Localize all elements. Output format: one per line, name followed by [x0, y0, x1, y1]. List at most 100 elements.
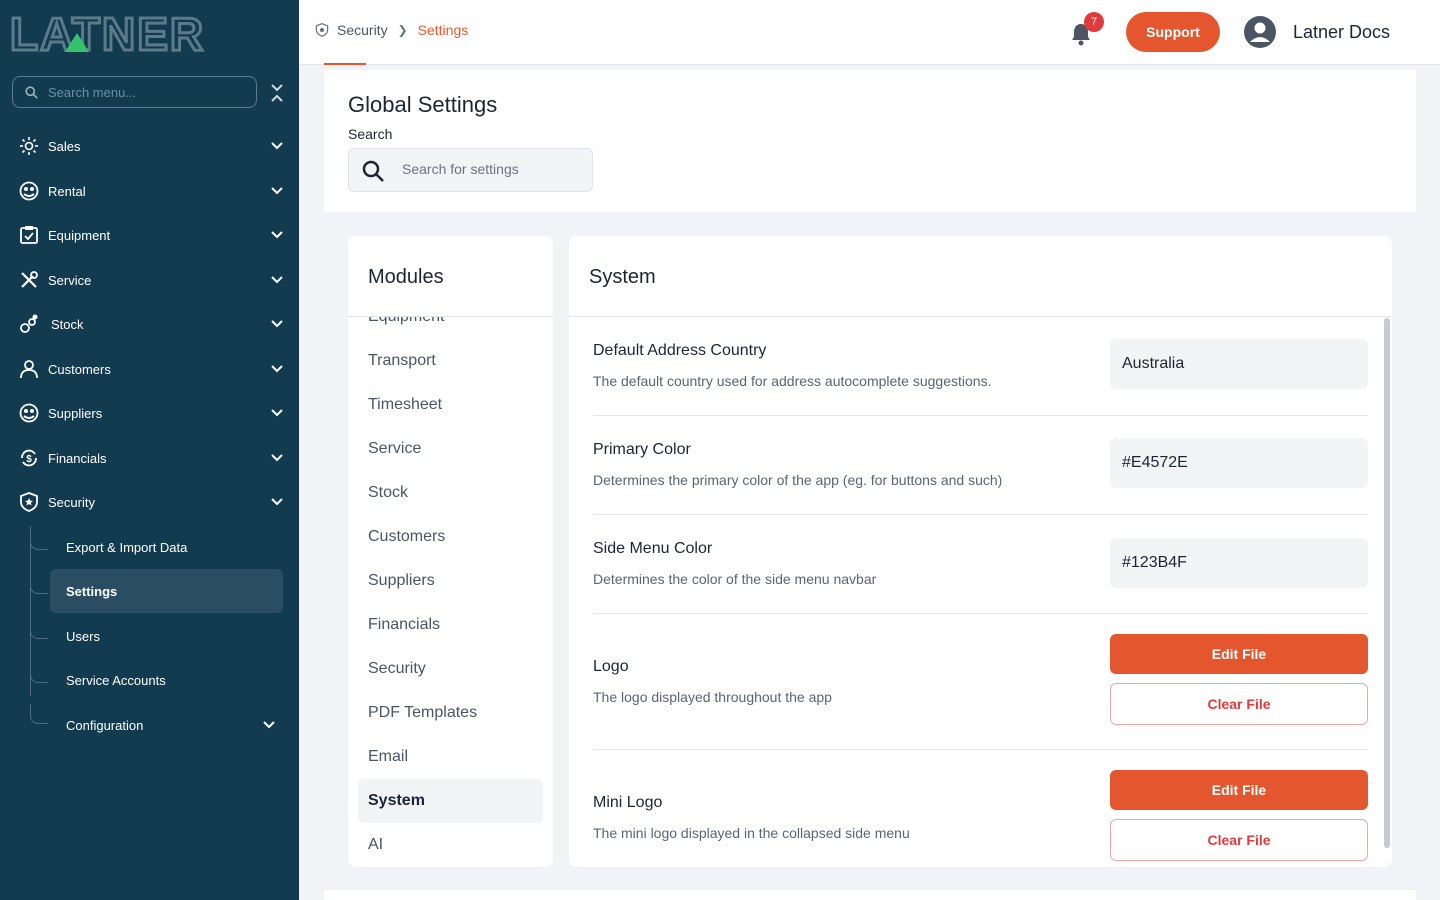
- setting-title: Side Menu Color: [593, 540, 713, 557]
- module-item-system[interactable]: System: [358, 779, 543, 823]
- divider: [569, 316, 1392, 317]
- tree-branch: [30, 536, 48, 550]
- module-item-transport[interactable]: Transport: [358, 339, 543, 383]
- subitem-label: Configuration: [66, 717, 144, 733]
- breadcrumb-settings[interactable]: Settings: [418, 22, 469, 38]
- module-item-financials[interactable]: Financials: [358, 603, 543, 647]
- sidebar-item-rental[interactable]: Rental: [0, 169, 299, 213]
- sidebar-item-equipment[interactable]: Equipment: [0, 213, 299, 257]
- side-menu-color-field[interactable]: #123B4F: [1110, 538, 1368, 588]
- module-item-customers[interactable]: Customers: [358, 515, 543, 559]
- sidebar-subitem-configuration[interactable]: Configuration: [50, 703, 283, 747]
- module-label: System: [368, 792, 425, 809]
- menu-search-input[interactable]: [48, 84, 238, 100]
- sales-icon: [20, 137, 38, 155]
- system-settings-card: System Default Address Country The defau…: [569, 236, 1392, 867]
- divider: [593, 749, 1368, 750]
- module-label: Email: [368, 748, 409, 765]
- subitem-label: Service Accounts: [66, 672, 166, 688]
- module-item-timesheet[interactable]: Timesheet: [358, 383, 543, 427]
- support-button[interactable]: Support: [1126, 12, 1220, 52]
- modules-title: Modules: [368, 266, 444, 288]
- module-label: Security: [368, 660, 426, 677]
- shield-icon: [20, 492, 38, 512]
- side-menu: LATNER Sales Rental Equipment Service St…: [0, 0, 299, 900]
- module-item-ai[interactable]: AI: [358, 823, 543, 867]
- system-title: System: [589, 266, 656, 288]
- chevron-down-icon: [271, 187, 283, 195]
- logo-edit-file-button[interactable]: Edit File: [1110, 634, 1368, 674]
- setting-description: Determines the color of the side menu na…: [593, 571, 877, 587]
- divider: [593, 415, 1368, 416]
- chevron-down-icon: [271, 320, 283, 328]
- tree-branch: [30, 625, 48, 639]
- chevron-down-icon: [271, 409, 283, 417]
- logo-clear-file-button[interactable]: Clear File: [1110, 683, 1368, 725]
- sidebar-item-label: Suppliers: [48, 405, 103, 421]
- scrollbar[interactable]: [1384, 318, 1390, 848]
- primary-color-field[interactable]: #E4572E: [1110, 438, 1368, 488]
- suppliers-icon: [19, 403, 39, 423]
- setting-title: Logo: [593, 658, 629, 675]
- mini-logo-edit-file-button[interactable]: Edit File: [1110, 770, 1368, 810]
- subitem-label: Settings: [66, 583, 118, 599]
- tree-branch: [30, 669, 48, 683]
- user-avatar-icon[interactable]: [1244, 16, 1276, 48]
- sidebar-subitem-settings[interactable]: Settings: [50, 569, 283, 613]
- module-label: PDF Templates: [368, 704, 478, 721]
- sidebar-item-suppliers[interactable]: Suppliers: [0, 391, 299, 435]
- subitem-label: Export & Import Data: [66, 539, 188, 555]
- module-item-email[interactable]: Email: [358, 735, 543, 779]
- module-item-service[interactable]: Service: [358, 427, 543, 471]
- sidebar-item-label: Rental: [48, 183, 86, 199]
- divider: [593, 613, 1368, 614]
- module-list[interactable]: Equipment Transport Timesheet Service St…: [348, 317, 553, 867]
- mini-logo-clear-file-button[interactable]: Clear File: [1110, 819, 1368, 861]
- module-item-equipment[interactable]: Equipment: [358, 317, 543, 339]
- sidebar-item-customers[interactable]: Customers: [0, 347, 299, 391]
- module-label: Suppliers: [368, 572, 435, 589]
- user-name[interactable]: Latner Docs: [1293, 22, 1390, 43]
- svg-text:LATNER: LATNER: [10, 12, 205, 54]
- chevron-down-icon: [263, 721, 275, 729]
- module-label: Timesheet: [368, 396, 443, 413]
- sidebar-item-label: Service: [48, 272, 92, 288]
- setting-description: The logo displayed throughout the app: [593, 689, 832, 705]
- settings-search-input[interactable]: [402, 161, 582, 177]
- module-label: Stock: [368, 484, 409, 501]
- global-settings-header: Global Settings Search: [324, 70, 1416, 212]
- collapse-menu-icon[interactable]: [268, 82, 286, 104]
- setting-title: Mini Logo: [593, 794, 663, 811]
- module-label: AI: [368, 836, 384, 853]
- module-item-security[interactable]: Security: [358, 647, 543, 691]
- chevron-right-icon: ❯: [397, 23, 408, 37]
- sidebar-item-service[interactable]: Service: [0, 258, 299, 302]
- sidebar-item-security[interactable]: Security: [0, 480, 299, 524]
- sidebar-subitem-export-import[interactable]: Export & Import Data: [50, 525, 283, 569]
- module-item-stock[interactable]: Stock: [358, 471, 543, 515]
- default-country-field[interactable]: Australia: [1110, 339, 1368, 389]
- settings-search[interactable]: [348, 148, 593, 192]
- top-bar: Security ❯ Settings 7 Support Latner Doc…: [299, 0, 1440, 65]
- latner-logo[interactable]: LATNER: [10, 12, 282, 54]
- breadcrumb-security[interactable]: Security: [337, 22, 388, 38]
- sidebar-item-stock[interactable]: Stock: [0, 302, 299, 346]
- subitem-label: Users: [66, 628, 100, 644]
- sidebar-item-label: Stock: [51, 316, 84, 332]
- search-icon: [362, 160, 384, 182]
- notification-badge: 7: [1084, 12, 1104, 32]
- setting-description: The mini logo displayed in the collapsed…: [593, 825, 910, 841]
- setting-title: Primary Color: [593, 441, 691, 458]
- chevron-down-icon: [271, 231, 283, 239]
- sidebar-item-label: Security: [48, 494, 95, 510]
- module-item-pdf-templates[interactable]: PDF Templates: [358, 691, 543, 735]
- content-bottom: [324, 890, 1416, 900]
- stock-icon: [20, 314, 38, 333]
- menu-search[interactable]: [12, 76, 257, 108]
- module-item-suppliers[interactable]: Suppliers: [358, 559, 543, 603]
- sidebar-item-sales[interactable]: Sales: [0, 124, 299, 168]
- sidebar-subitem-users[interactable]: Users: [50, 614, 283, 658]
- sidebar-subitem-service-accounts[interactable]: Service Accounts: [50, 658, 283, 702]
- sidebar-item-financials[interactable]: $ Financials: [0, 436, 299, 480]
- active-tab-indicator: [324, 63, 366, 65]
